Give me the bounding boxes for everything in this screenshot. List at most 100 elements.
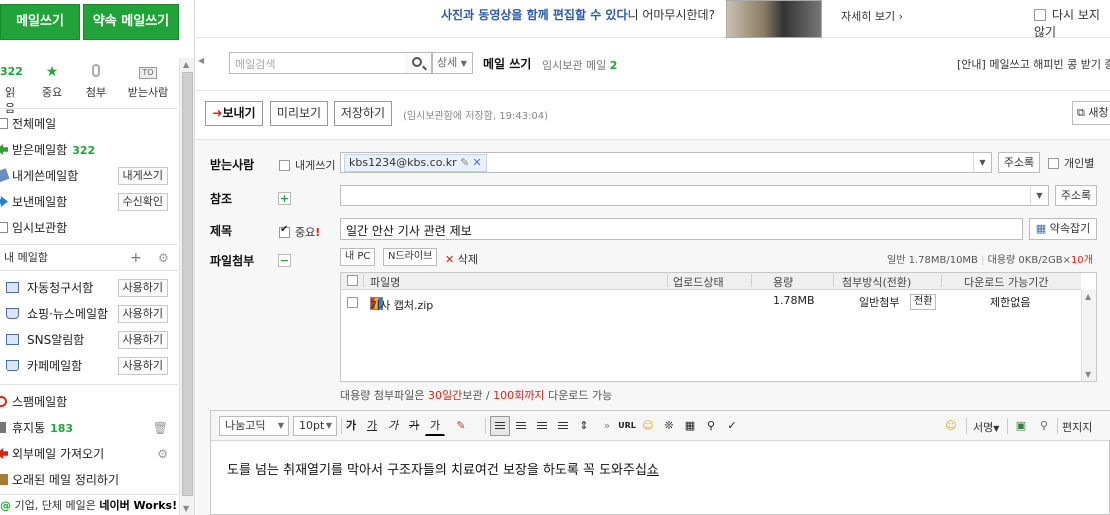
folder-tome[interactable]: 내게쓴메일함 내게쓰기 [0,165,178,187]
gear-icon[interactable]: ⚙ [157,443,168,465]
recipient-chip[interactable]: kbs1234@kbs.co.kr ✎ ✕ [344,154,487,172]
sticker-icon[interactable]: ☺ [941,416,961,436]
write-mail-button[interactable]: 메일쓰기 [0,4,80,40]
enable-cafe-button[interactable]: 사용하기 [117,357,168,375]
convert-button[interactable]: 전환 [910,294,937,310]
cc-input[interactable]: ▼ [340,185,1049,206]
gear-icon[interactable]: ⚙ [158,248,169,268]
important-checkbox[interactable]: 중요! [279,224,320,240]
checkbox[interactable] [1048,158,1059,169]
checkbox[interactable] [347,297,358,308]
subject-input[interactable]: 일간 안산 기사 관련 제보 [340,218,1023,240]
bold-button[interactable]: 가 [341,416,361,436]
folder-sns[interactable]: SNS알림함 사용하기 [0,329,178,351]
preview-button[interactable]: 미리보기 [270,101,328,126]
edit-icon[interactable]: ✎ [460,156,469,169]
send-button[interactable]: ➜보내기 [205,101,263,126]
quick-attach[interactable]: 첨부 [84,64,108,100]
ndrive-button[interactable]: N드라이브 [383,248,438,266]
sidebar-scrollbar[interactable]: ▲ ▼ [179,58,194,515]
stationery-button[interactable]: 편지지 [1062,419,1092,435]
search-button[interactable] [405,52,432,74]
folder-inbox[interactable]: 받은메일함 322 [0,139,178,161]
enable-shopping-button[interactable]: 사용하기 [117,305,168,323]
collapse-attach-icon[interactable]: − [278,254,291,267]
cc-address-book-button[interactable]: 주소록 [1055,185,1097,206]
new-window-button[interactable]: ⧉ 새창 [1072,101,1110,125]
image-icon[interactable]: ▣ [1011,416,1031,436]
delete-attachment-button[interactable]: ✕ 삭제 [445,251,478,267]
tome-checkbox[interactable]: 내게쓰기 [279,157,335,173]
scroll-up-icon[interactable]: ▲ [1085,292,1091,301]
table-icon[interactable]: ▦ [680,416,700,436]
empty-trash-icon[interactable]: 🗑 [153,417,168,439]
emoticon-icon[interactable]: ☺ [638,416,658,436]
read-receipt-button[interactable]: 수신확인 [117,193,168,211]
notice-link[interactable]: [안내] 메일쓰고 해피빈 콩 받기 증정 [957,56,1110,72]
signature-dropdown[interactable]: 서명▼ [973,419,999,435]
line-height-button[interactable]: ⇕ [574,416,594,436]
ad-banner[interactable]: 사진과 동영상을 함께 편집할 수 있다니 어마무시한데? 자세히 보기 › 다… [196,0,1110,40]
detail-search-dropdown[interactable]: 상세 ▼ [432,52,473,74]
quick-to[interactable]: TO 받는사람 [126,64,170,100]
hide-checkbox[interactable] [1034,9,1046,21]
align-justify-button[interactable] [553,416,573,436]
chevron-down-icon[interactable]: ▼ [1030,186,1048,205]
appointment-button[interactable]: ▦ 약속잡기 [1029,218,1097,240]
quick-starred[interactable]: ★ 중요 [40,64,64,100]
more-tools-icon[interactable]: » [597,416,617,436]
checkbox[interactable] [279,224,290,238]
attachment-row[interactable]: 기사 캡처.zip 1.78MB 일반첨부 전환 제한없음 [341,291,1081,312]
spellcheck-icon[interactable]: ✓ [722,416,742,436]
editor-body[interactable]: 도를 넘는 취재열기를 막아서 구조자들의 치료여건 보장을 하도록 꼭 도와주… [227,459,659,478]
folder-all[interactable]: 전체메일 [0,113,178,135]
underline-button[interactable]: 가 [362,416,382,436]
scroll-up-icon[interactable]: ▲ [183,60,189,69]
strikethrough-button[interactable]: 가 [404,416,424,436]
folder-spam[interactable]: 스팸메일함 [0,391,178,413]
enable-bills-button[interactable]: 사용하기 [117,279,168,297]
mail-editor[interactable]: 나눔고딕 ▼ 10pt ▼ 가 가 가 가 가 ✎ ⇕ » URL ☺ ❊ ▦ ⚲ … [210,410,1110,515]
draft-indicator[interactable]: 임시보관 메일 2 [542,57,617,73]
folder-shopping[interactable]: 쇼핑·뉴스메일함 사용하기 [0,303,178,325]
add-cc-icon[interactable]: + [278,192,291,205]
align-right-button[interactable] [532,416,552,436]
folder-bills[interactable]: 자동청구서함 사용하기 [0,277,178,299]
align-center-button[interactable] [511,416,531,436]
ad-more-link[interactable]: 자세히 보기 › [841,8,903,24]
chevron-down-icon[interactable]: ▼ [973,153,991,172]
search-input[interactable]: 메일검색 [229,52,406,74]
font-size-select[interactable]: 10pt ▼ [293,416,337,436]
text-color-button[interactable]: 가 [425,416,445,436]
folder-trash[interactable]: 휴지통 183 🗑 [0,417,178,439]
write-to-me-button[interactable]: 내게쓰기 [117,167,168,185]
appointment-mail-button[interactable]: 약속 메일쓰기 [83,4,179,40]
ad-hide-option[interactable]: 다시 보지 않기 [1034,6,1110,40]
folder-drafts[interactable]: 임시보관함 [0,217,178,239]
external-mail[interactable]: 외부메일 가져오기 ⚙ [0,443,178,465]
checkbox[interactable] [347,275,358,286]
font-family-select[interactable]: 나눔고딕 ▼ [219,416,289,436]
scroll-down-icon[interactable]: ▼ [1085,370,1091,379]
works-promo[interactable]: @ 기업, 단체 메일은 네이버 Works! [0,494,178,515]
highlight-icon[interactable]: ✎ [451,416,471,436]
remove-icon[interactable]: ✕ [472,156,481,169]
align-left-button[interactable] [490,416,510,436]
folder-cafe[interactable]: 카페메일함 사용하기 [0,355,178,377]
special-char-icon[interactable]: ❊ [659,416,679,436]
save-button[interactable]: 저장하기 [334,101,392,126]
cleanup-mail[interactable]: 오래된 메일 정리하기 [0,469,178,489]
checkbox[interactable] [279,160,290,171]
my-pc-button[interactable]: 내 PC [340,248,376,266]
folder-sent[interactable]: 보낸메일함 수신확인 [0,191,178,213]
insert-link-button[interactable]: URL [617,416,637,436]
scroll-down-icon[interactable]: ▼ [183,504,189,513]
individual-checkbox[interactable]: 개인별 [1048,155,1094,171]
address-book-button[interactable]: 주소록 [998,152,1040,173]
scrollbar-thumb[interactable] [182,72,193,496]
enable-sns-button[interactable]: 사용하기 [117,331,168,349]
collapse-sidebar-icon[interactable]: ◀ [198,56,204,65]
find-icon[interactable]: ⚲ [701,416,721,436]
attachment-scrollbar[interactable]: ▲ ▼ [1081,290,1096,381]
add-folder-icon[interactable]: + [130,248,142,268]
